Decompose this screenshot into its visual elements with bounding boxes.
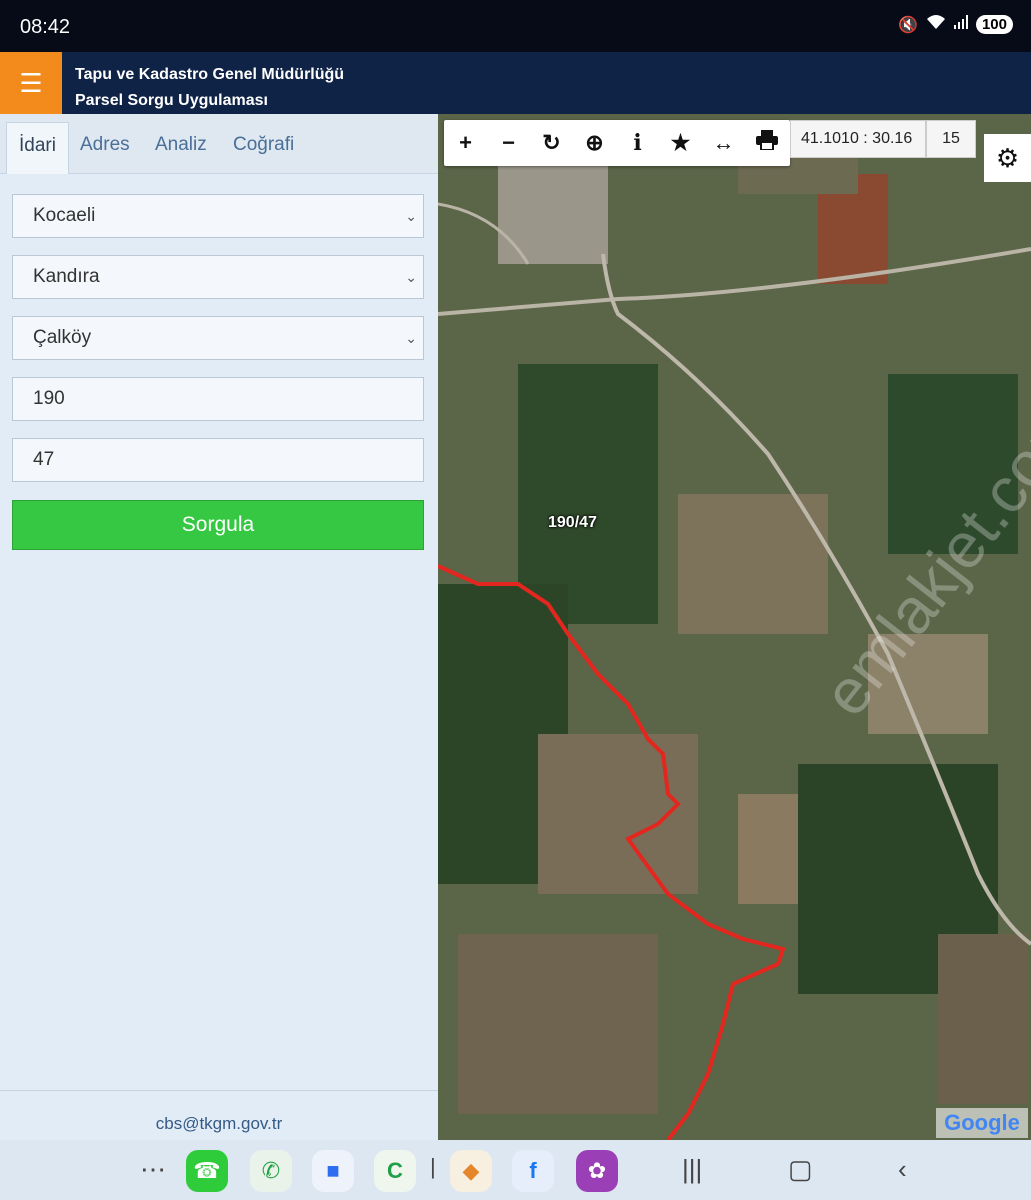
status-bar: 08:42 🔇 100 <box>0 0 1031 52</box>
zoom-out-button[interactable]: − <box>487 120 530 166</box>
facebook-app-icon[interactable]: f <box>512 1150 554 1192</box>
refresh-button[interactable]: ↻ <box>530 120 573 166</box>
hamburger-icon: ☰ <box>19 67 43 98</box>
phone-app-icon[interactable]: ☎ <box>186 1150 228 1192</box>
sahibinden-app-icon[interactable]: ◆ <box>450 1150 492 1192</box>
zoom-level-display: 15 <box>926 120 976 158</box>
measure-button[interactable]: ↔ <box>702 120 745 166</box>
favorite-button[interactable]: ★ <box>659 120 702 166</box>
app-title: Tapu ve Kadastro Genel Müdürlüğü Parsel … <box>75 62 344 114</box>
map-settings-button[interactable]: ⚙ <box>984 134 1031 182</box>
map-toolbar: + − ↻ ⊕ i ★ ↔ <box>444 120 790 166</box>
parcel-label[interactable]: 190/47 <box>548 514 597 532</box>
android-nav-bar: ⋯ ☎ ✆ ■ C | ◆ f ✿ ||| ▢ ‹ <box>0 1140 1031 1200</box>
app-title-line1: Tapu ve Kadastro Genel Müdürlüğü <box>75 66 345 83</box>
neighborhood-select[interactable]: Çalköy ⌄ <box>12 316 424 360</box>
district-select[interactable]: Kandıra ⌄ <box>12 255 424 299</box>
zoom-in-button[interactable]: + <box>444 120 487 166</box>
map-view[interactable]: emlakjet.com + − ↻ ⊕ i ★ ↔ 41.1010 : 30.… <box>438 114 1031 1140</box>
locate-icon: ⊕ <box>585 130 604 155</box>
minus-icon: − <box>502 130 515 155</box>
tab-analiz[interactable]: Analiz <box>143 122 219 174</box>
province-select[interactable]: Kocaeli ⌄ <box>12 194 424 238</box>
app-header: ☰ Tapu ve Kadastro Genel Müdürlüğü Parse… <box>0 52 1031 114</box>
chevron-down-icon: ⌄ <box>405 269 417 285</box>
home-icon[interactable]: ▢ <box>788 1154 813 1185</box>
info-icon: i <box>633 130 642 156</box>
wifi-icon <box>926 14 946 35</box>
status-icons: 🔇 100 <box>898 14 1013 35</box>
battery-indicator: 100 <box>975 15 1013 34</box>
mute-icon: 🔇 <box>898 16 918 34</box>
parcel-value: 47 <box>33 449 55 470</box>
app-drawer-icon[interactable]: ⋯ <box>140 1154 166 1185</box>
print-button[interactable] <box>745 120 788 166</box>
c-app-icon[interactable]: C <box>374 1150 416 1192</box>
district-value: Kandıra <box>33 266 100 287</box>
whatsapp-app-icon[interactable]: ✆ <box>250 1150 292 1192</box>
chevron-down-icon: ⌄ <box>405 208 417 224</box>
back-icon[interactable]: ‹ <box>898 1154 907 1185</box>
coordinate-display: 41.1010 : 30.16 <box>790 120 926 158</box>
star-icon: ★ <box>670 130 691 155</box>
gear-icon: ⚙ <box>995 142 1020 173</box>
tab-idari[interactable]: İdari <box>6 122 69 174</box>
province-value: Kocaeli <box>33 205 96 226</box>
tab-adres[interactable]: Adres <box>68 122 142 174</box>
plus-icon: + <box>459 130 472 155</box>
app-title-line2: Parsel Sorgu Uygulaması <box>75 92 268 109</box>
google-logo: Google <box>936 1108 1028 1138</box>
measure-icon: ↔ <box>712 130 735 155</box>
tab-cografi[interactable]: Coğrafi <box>221 122 306 174</box>
query-button[interactable]: Sorgula <box>12 500 424 550</box>
menu-button[interactable]: ☰ <box>0 52 62 114</box>
signal-icon <box>953 15 968 34</box>
dock-divider: | <box>430 1154 436 1179</box>
print-icon <box>755 130 778 156</box>
block-input[interactable]: 190 <box>12 377 424 421</box>
footer-email[interactable]: cbs@tkgm.gov.tr <box>0 1090 438 1140</box>
parcel-input[interactable]: 47 <box>12 438 424 482</box>
query-tabs: İdari Adres Analiz Coğrafi <box>0 114 438 174</box>
status-time: 08:42 <box>20 16 71 38</box>
query-panel: İdari Adres Analiz Coğrafi Kocaeli ⌄ Kan… <box>0 114 438 1140</box>
refresh-icon: ↻ <box>542 130 561 155</box>
messages-app-icon[interactable]: ■ <box>312 1150 354 1192</box>
locate-button[interactable]: ⊕ <box>573 120 616 166</box>
block-value: 190 <box>33 388 65 409</box>
info-button[interactable]: i <box>616 120 659 166</box>
chevron-down-icon: ⌄ <box>405 330 417 346</box>
recents-icon[interactable]: ||| <box>682 1154 702 1185</box>
purple-app-icon[interactable]: ✿ <box>576 1150 618 1192</box>
neighborhood-value: Çalköy <box>33 327 92 348</box>
